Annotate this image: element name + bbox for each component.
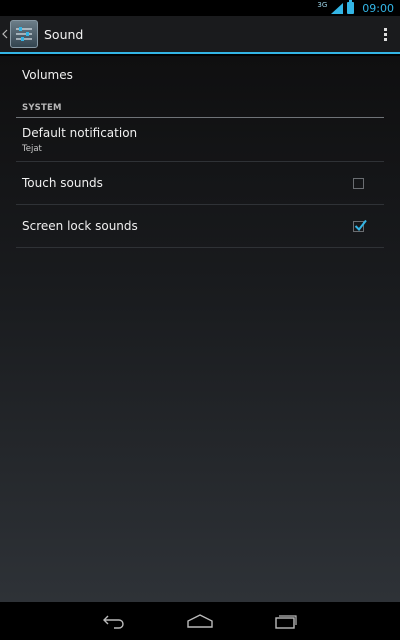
clock: 09:00 bbox=[362, 1, 394, 15]
home-icon bbox=[187, 614, 213, 628]
screen-lock-sounds-label: Screen lock sounds bbox=[22, 219, 138, 233]
signal-icon bbox=[331, 2, 344, 14]
section-header-system: SYSTEM bbox=[22, 103, 62, 113]
touch-sounds-label: Touch sounds bbox=[22, 176, 103, 190]
overflow-dot bbox=[383, 37, 387, 41]
up-navigation-button[interactable] bbox=[0, 15, 10, 53]
overflow-menu-icon bbox=[383, 27, 387, 31]
action-bar: Sound bbox=[0, 16, 400, 54]
row-divider bbox=[16, 247, 384, 248]
back-button[interactable] bbox=[96, 606, 132, 636]
recent-apps-icon bbox=[275, 615, 297, 629]
default-notification-label: Default notification bbox=[22, 126, 138, 140]
screen-lock-sounds-checkbox[interactable] bbox=[353, 219, 367, 232]
page-title: Sound bbox=[44, 26, 84, 42]
screen-lock-sounds-item[interactable]: Screen lock sounds bbox=[16, 205, 384, 247]
recent-apps-button[interactable] bbox=[268, 606, 304, 636]
network-type-label: 3G bbox=[317, 1, 328, 9]
app-icon[interactable] bbox=[10, 20, 38, 48]
sliders-icon bbox=[16, 27, 32, 41]
overflow-dot bbox=[383, 32, 387, 36]
default-notification-value: Tejat bbox=[22, 144, 42, 154]
chevron-left-icon bbox=[2, 29, 8, 39]
status-bar: 3G 09:00 bbox=[0, 0, 400, 16]
volumes-label: Volumes bbox=[22, 68, 73, 82]
checkmark-icon bbox=[354, 219, 367, 232]
settings-list: Volumes SYSTEM Default notification Teja… bbox=[0, 56, 400, 602]
navigation-bar bbox=[0, 602, 400, 640]
touch-sounds-item[interactable]: Touch sounds bbox=[16, 162, 384, 204]
volumes-item[interactable]: Volumes bbox=[16, 56, 384, 96]
overflow-menu-button[interactable] bbox=[370, 15, 400, 53]
battery-icon bbox=[347, 0, 355, 14]
default-notification-item[interactable]: Default notification Tejat bbox=[16, 118, 384, 161]
back-icon bbox=[103, 615, 124, 629]
home-button[interactable] bbox=[182, 606, 218, 636]
touch-sounds-checkbox[interactable] bbox=[353, 178, 364, 189]
